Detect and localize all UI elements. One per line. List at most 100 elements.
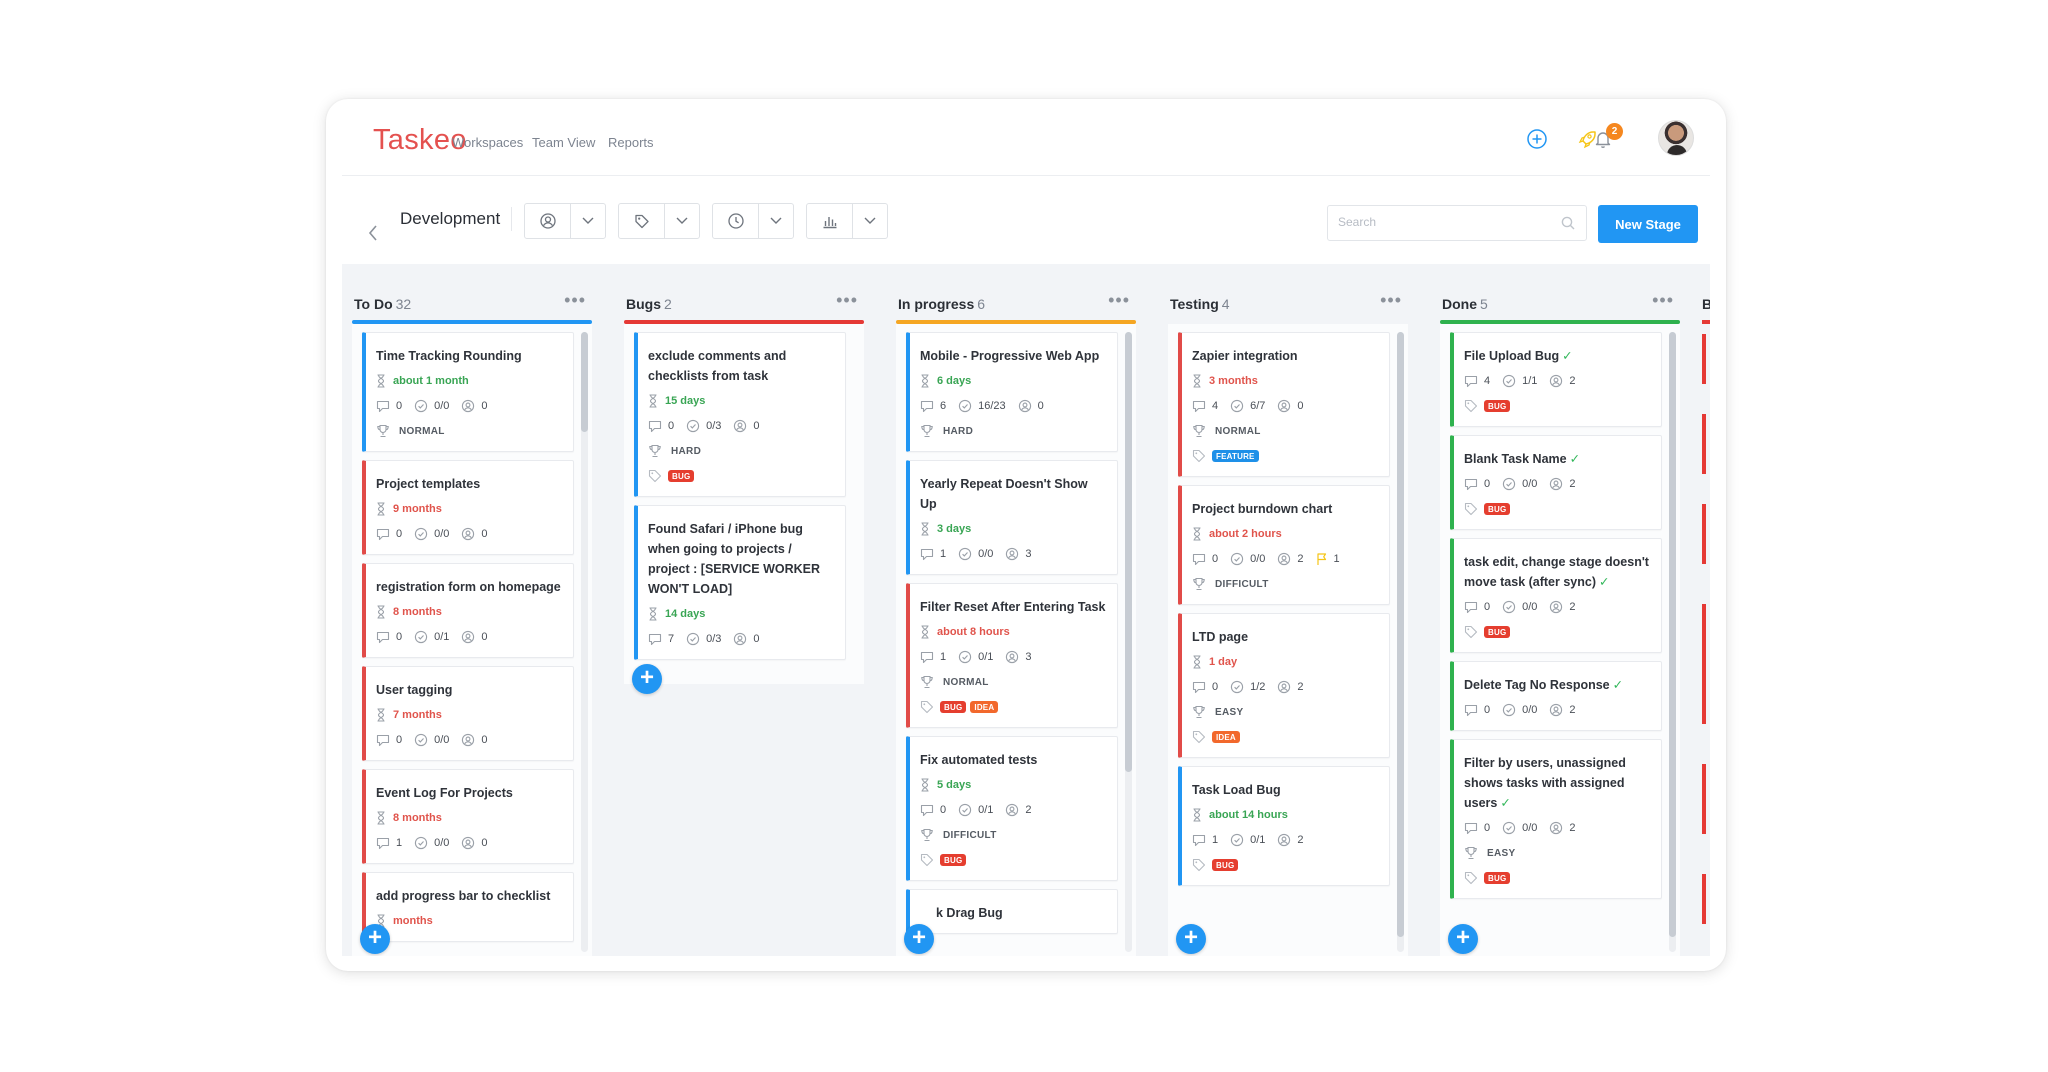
hourglass-icon [921,522,929,536]
more-icon[interactable]: ••• [564,290,586,311]
column-header: To Do 32 [354,296,411,312]
chevron-down-icon [582,217,594,224]
difficulty-label: HARD [671,445,702,457]
task-title: exclude comments and checklists from tas… [648,349,787,383]
check-circle-icon [1230,680,1244,694]
time-filter-dropdown[interactable] [759,204,793,238]
due-date: about 2 hours [1209,528,1282,540]
time-filter-button[interactable] [713,204,759,238]
task-card[interactable]: Project burndown chart about 2 hours 0 0… [1178,485,1390,605]
user-filter-dropdown[interactable] [571,204,605,238]
task-card[interactable]: User tagging 7 months 0 0/0 0 [362,666,574,761]
more-icon[interactable]: ••• [1652,290,1674,311]
comment-count: 6 [940,400,947,412]
tag-filter[interactable] [618,203,700,239]
nav-team-view[interactable]: Team View [532,135,595,150]
task-card[interactable]: Mobile - Progressive Web App 6 days 6 16… [906,332,1118,452]
comment-icon [1464,822,1478,834]
user-count: 0 [753,633,760,645]
check-icon: ✓ [1569,452,1581,466]
tag-bug: BUG [1484,503,1511,515]
tag-filter-dropdown[interactable] [665,204,699,238]
column-count: 6 [977,296,986,312]
task-card[interactable]: exclude comments and checklists from tas… [634,332,846,497]
user-icon [462,836,475,850]
nav-reports[interactable]: Reports [608,135,654,150]
column-title: Ba [1702,296,1710,312]
task-title: Zapier integration [1192,349,1298,363]
search-icon[interactable] [1560,215,1576,231]
task-card[interactable]: Task Load Bug about 14 hours 1 0/1 2 BUG [1178,766,1390,886]
column-scrollbar[interactable] [1669,332,1676,952]
task-card[interactable]: registration form on homepage 8 months 0… [362,563,574,658]
search-box[interactable] [1327,205,1587,241]
chart-filter-button[interactable] [807,204,853,238]
task-card[interactable]: k Drag Bug [906,889,1118,934]
task-card[interactable]: add progress bar to checklist months [362,872,574,942]
column-scrollbar[interactable] [1397,332,1404,952]
task-card[interactable]: Project templates 9 months 0 0/0 0 [362,460,574,555]
task-card[interactable]: Time Tracking Rounding about 1 month 0 0… [362,332,574,452]
user-filter-button[interactable] [525,204,571,238]
user-count: 2 [1569,375,1576,387]
tag-feature: FEATURE [1212,450,1259,462]
comment-icon [1464,375,1478,387]
user-icon [1006,650,1019,664]
task-card[interactable]: task edit, change stage doesn't move tas… [1450,538,1662,653]
tag-icon [1464,502,1478,516]
user-icon [1278,680,1291,694]
chart-filter[interactable] [806,203,888,239]
trophy-icon [1193,705,1205,719]
user-count: 2 [1569,704,1576,716]
user-icon [1006,547,1019,561]
comment-icon [920,804,934,816]
task-card[interactable]: File Upload Bug ✓ 4 1/1 2 BUG [1450,332,1662,427]
comment-count: 0 [940,804,947,816]
task-card[interactable]: Filter by users, unassigned shows tasks … [1450,739,1662,899]
user-count: 0 [481,528,488,540]
add-task-button[interactable]: + [904,924,934,954]
tag-filter-button[interactable] [619,204,665,238]
add-task-button[interactable]: + [632,664,662,694]
comment-count: 0 [1484,704,1491,716]
flag-icon [1316,553,1326,565]
comment-icon [376,631,390,643]
user-avatar[interactable] [1658,120,1694,156]
due-date: 3 days [937,523,972,535]
task-card[interactable]: Found Safari / iPhone bug when going to … [634,505,846,660]
search-input[interactable] [1338,215,1538,229]
column-scrollbar[interactable] [1125,332,1132,952]
task-card[interactable]: Delete Tag No Response ✓ 0 0/0 2 [1450,661,1662,731]
tag-bug: BUG [940,701,967,713]
user-filter[interactable] [524,203,606,239]
add-task-button[interactable]: + [360,924,390,954]
task-card[interactable]: Blank Task Name ✓ 0 0/0 2 BUG [1450,435,1662,530]
time-filter[interactable] [712,203,794,239]
more-icon[interactable]: ••• [836,290,858,311]
task-card[interactable]: Zapier integration 3 months 4 6/7 0 NORM… [1178,332,1390,477]
task-card[interactable]: Filter Reset After Entering Task about 8… [906,583,1118,728]
task-card[interactable]: Yearly Repeat Doesn't Show Up 3 days 1 0… [906,460,1118,575]
add-task-button[interactable]: + [1448,924,1478,954]
more-icon[interactable]: ••• [1380,290,1402,311]
check-circle-icon [686,419,700,433]
more-icon[interactable]: ••• [1108,290,1130,311]
user-count: 0 [1297,400,1304,412]
checklist-count: 0/0 [434,400,450,412]
checklist-count: 0/1 [978,651,994,663]
comment-count: 0 [1484,822,1491,834]
add-task-button[interactable]: + [1176,924,1206,954]
column-scrollbar[interactable] [581,332,588,952]
task-card[interactable]: Fix automated tests 5 days 0 0/1 2 DIFFI… [906,736,1118,881]
new-stage-button[interactable]: New Stage [1598,205,1698,243]
tag-icon [1192,730,1206,744]
chart-filter-dropdown[interactable] [853,204,887,238]
hourglass-icon [377,374,385,388]
chevron-left-icon[interactable] [366,223,380,243]
difficulty-label: HARD [943,425,974,437]
task-card[interactable]: Event Log For Projects 8 months 1 0/0 0 [362,769,574,864]
task-card[interactable]: LTD page 1 day 0 1/2 2 EASY IDEA [1178,613,1390,758]
column-todo: To Do 32 ••• Time Tracking Rounding about… [342,264,598,956]
nav-workspaces[interactable]: Workspaces [452,135,523,150]
add-circle-icon[interactable] [1524,126,1550,152]
